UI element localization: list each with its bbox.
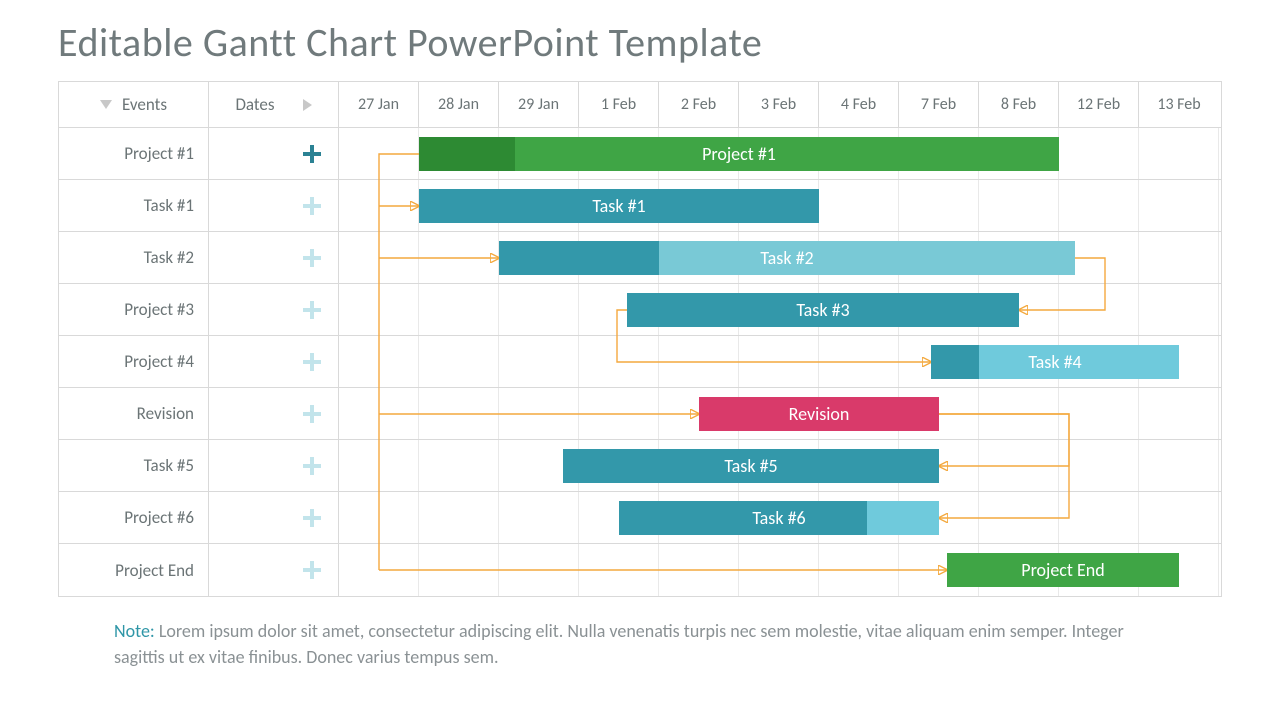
- plus-icon: [302, 456, 322, 476]
- page-title: Editable Gantt Chart PowerPoint Template: [58, 18, 1222, 67]
- plus-icon: [302, 404, 322, 424]
- header-date-cell: 29 Jan: [499, 82, 579, 127]
- gantt-bar-progress: [419, 137, 515, 171]
- gantt-bar[interactable]: Task #2: [499, 241, 1075, 275]
- plus-icon: [302, 248, 322, 268]
- row-expand[interactable]: [209, 388, 339, 439]
- gantt-row: Task #5 Task #5: [59, 440, 1221, 492]
- header-date-cell: 8 Feb: [979, 82, 1059, 127]
- gantt-bar-progress: [619, 501, 867, 535]
- gantt-bar[interactable]: Project End: [947, 553, 1179, 587]
- row-grid: Task #5: [339, 440, 1221, 491]
- row-label: Project #1: [59, 128, 209, 179]
- gantt-header: Events Dates 27 Jan28 Jan29 Jan1 Feb2 Fe…: [59, 82, 1221, 128]
- gantt-body: Project #1Project #1Task #1Task #1Task #…: [59, 128, 1221, 596]
- note-label: Note:: [114, 620, 155, 642]
- header-events-label: Events: [122, 94, 167, 115]
- gantt-row: Project #3 Task #3: [59, 284, 1221, 336]
- row-grid: Task #6: [339, 492, 1221, 543]
- gantt-bar[interactable]: Revision: [699, 397, 939, 431]
- header-date-cell: 27 Jan: [339, 82, 419, 127]
- row-expand[interactable]: [209, 440, 339, 491]
- row-grid: Project #1: [339, 128, 1221, 179]
- header-date-cell: 4 Feb: [819, 82, 899, 127]
- row-grid: Task #2: [339, 232, 1221, 283]
- gantt-row: Project #6 Task #6: [59, 492, 1221, 544]
- row-expand[interactable]: [209, 492, 339, 543]
- plus-icon: [302, 144, 322, 164]
- header-date-cell: 3 Feb: [739, 82, 819, 127]
- row-label: Project #3: [59, 284, 209, 335]
- chevron-right-icon: [303, 99, 312, 111]
- row-expand[interactable]: [209, 128, 339, 179]
- row-label: Revision: [59, 388, 209, 439]
- gantt-row: Revision Revision: [59, 388, 1221, 440]
- chevron-down-icon: [100, 100, 112, 109]
- header-dates-label: Dates: [235, 94, 274, 115]
- row-expand[interactable]: [209, 336, 339, 387]
- row-label: Task #1: [59, 180, 209, 231]
- row-label: Task #5: [59, 440, 209, 491]
- gantt-bar-progress: [499, 241, 659, 275]
- row-grid: Task #4: [339, 336, 1221, 387]
- header-events[interactable]: Events: [59, 82, 209, 127]
- row-grid: Task #3: [339, 284, 1221, 335]
- gantt-row: Project #1 Project #1: [59, 128, 1221, 180]
- plus-icon: [302, 196, 322, 216]
- row-label: Task #2: [59, 232, 209, 283]
- row-label: Project End: [59, 544, 209, 596]
- row-grid: Task #1: [339, 180, 1221, 231]
- gantt-bar[interactable]: Project #1: [419, 137, 1059, 171]
- gantt-bar[interactable]: Task #5: [563, 449, 939, 483]
- gantt-row: Task #1 Task #1: [59, 180, 1221, 232]
- header-date-cell: 1 Feb: [579, 82, 659, 127]
- gantt-row: Project End Project End: [59, 544, 1221, 596]
- note-text: Lorem ipsum dolor sit amet, consectetur …: [114, 620, 1124, 668]
- gantt-bar[interactable]: Task #3: [627, 293, 1019, 327]
- plus-icon: [302, 300, 322, 320]
- header-date-cell: 28 Jan: [419, 82, 499, 127]
- gantt-chart: Events Dates 27 Jan28 Jan29 Jan1 Feb2 Fe…: [58, 81, 1222, 597]
- row-expand[interactable]: [209, 180, 339, 231]
- plus-icon: [302, 508, 322, 528]
- gantt-bar[interactable]: Task #1: [419, 189, 819, 223]
- header-date-cell: 12 Feb: [1059, 82, 1139, 127]
- row-expand[interactable]: [209, 232, 339, 283]
- gantt-bar-progress: [931, 345, 979, 379]
- row-label: Project #4: [59, 336, 209, 387]
- note: Note: Lorem ipsum dolor sit amet, consec…: [58, 619, 1222, 670]
- plus-icon: [302, 352, 322, 372]
- plus-icon: [302, 560, 322, 580]
- row-expand[interactable]: [209, 544, 339, 596]
- row-grid: Revision: [339, 388, 1221, 439]
- header-date-cell: 13 Feb: [1139, 82, 1219, 127]
- header-date-cell: 7 Feb: [899, 82, 979, 127]
- row-label: Project #6: [59, 492, 209, 543]
- row-grid: Project End: [339, 544, 1221, 596]
- gantt-bar[interactable]: Task #4: [931, 345, 1179, 379]
- row-expand[interactable]: [209, 284, 339, 335]
- header-date-cell: 2 Feb: [659, 82, 739, 127]
- gantt-row: Project #4 Task #4: [59, 336, 1221, 388]
- header-dates[interactable]: Dates: [209, 82, 339, 127]
- gantt-bar[interactable]: Task #6: [619, 501, 939, 535]
- gantt-row: Task #2 Task #2: [59, 232, 1221, 284]
